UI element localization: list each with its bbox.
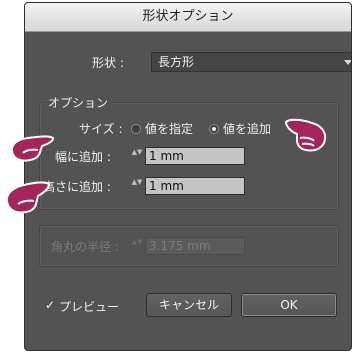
height-stepper-icon[interactable]: ▲▼ — [131, 178, 143, 196]
cancel-button[interactable]: キャンセル — [146, 293, 232, 317]
dialog-title: 形状オプション — [25, 3, 351, 32]
corner-radius-field: 3.175 mm — [145, 237, 245, 255]
radio-add-label: 値を追加 — [223, 122, 272, 136]
shape-select-value: 長方形 — [158, 55, 195, 69]
width-add-label: 幅に追加 : — [55, 150, 111, 164]
radio-specify-value[interactable] — [131, 124, 141, 134]
preview-label: プレビュー — [59, 300, 120, 314]
radio-specify-label: 値を指定 — [145, 122, 194, 136]
radio-add-value[interactable] — [209, 124, 219, 134]
pointing-hand-icon — [5, 181, 50, 214]
pointing-hand-icon — [285, 118, 327, 152]
shape-label: 形状 : — [92, 56, 124, 70]
preview-checkbox[interactable]: ✓ — [45, 299, 57, 311]
chevron-down-icon — [344, 60, 351, 65]
shape-select[interactable]: 長方形 — [151, 52, 351, 72]
ok-button[interactable]: OK — [241, 293, 337, 317]
width-stepper-icon[interactable]: ▲▼ — [131, 148, 143, 166]
shape-options-dialog: 形状オプション 形状 : 長方形 オプション サイズ : 値を指定 値を追加 幅… — [24, 2, 352, 351]
corner-radius-label: 角丸の半径 : — [51, 240, 119, 254]
height-add-label: 高さに追加 : — [43, 180, 111, 194]
height-add-field[interactable]: 1 mm — [145, 177, 245, 195]
pointing-hand-icon — [10, 135, 54, 162]
size-label: サイズ : — [79, 122, 123, 136]
options-group-label: オプション — [44, 94, 113, 111]
corner-stepper-icon: ▲▼ — [131, 238, 143, 246]
width-add-field[interactable]: 1 mm — [145, 147, 245, 165]
